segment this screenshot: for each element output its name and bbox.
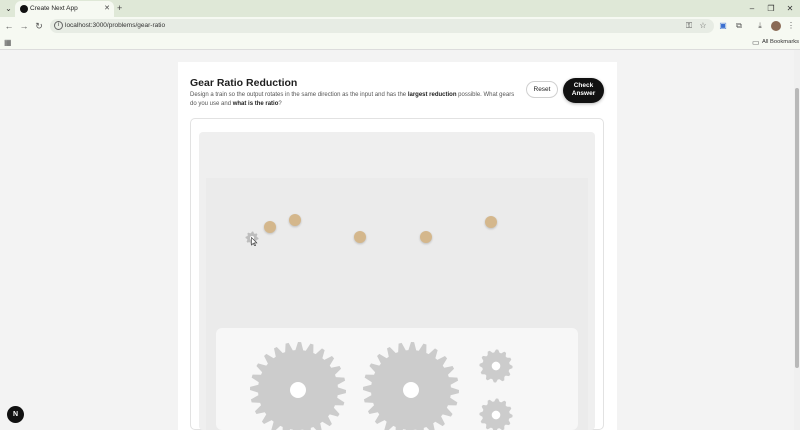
extension-icon[interactable]: ▣ [717,20,729,32]
problem-title: Gear Ratio Reduction [190,77,298,89]
apps-grid-icon[interactable]: ▦ [4,38,13,47]
large-gear-icon[interactable] [248,340,348,430]
gear-peg[interactable] [289,214,301,226]
problem-description: Design a train so the output rotates in … [190,92,515,107]
nextjs-dev-badge[interactable]: N [7,406,24,423]
new-tab-icon[interactable]: + [117,3,122,14]
tab-title: Create Next App [30,5,78,12]
url-text[interactable]: localhost:3000/problems/gear-ratio [65,21,165,31]
bookmark-star-icon[interactable]: ☆ [698,21,708,31]
browser-tab[interactable]: Create Next App ✕ [15,1,114,17]
scrollbar-thumb[interactable] [795,88,799,368]
back-icon[interactable]: ← [3,20,15,32]
gear-peg[interactable] [485,216,497,228]
restore-icon[interactable]: ❐ [765,3,777,14]
all-bookmarks-link[interactable]: All Bookmarks [762,38,799,47]
tab-search-icon[interactable]: ⌄ [3,3,14,14]
nextjs-favicon-icon [20,5,28,13]
browser-toolbar: ← → ↻ i localhost:3000/problems/gear-rat… [0,17,800,35]
reset-button[interactable]: Reset [526,81,558,98]
folder-icon[interactable]: ▭ [752,38,760,47]
tab-strip: ⌄ Create Next App ✕ + – ❐ ✕ [0,0,800,17]
extensions-puzzle-icon[interactable]: ⧉ [733,20,745,32]
gear-peg[interactable] [264,221,276,233]
check-answer-label-line2: Answer [571,90,596,97]
profile-avatar[interactable] [771,21,781,31]
large-gear-icon[interactable] [361,340,461,430]
kebab-menu-icon[interactable]: ⋮ [785,20,797,32]
address-bar[interactable]: i localhost:3000/problems/gear-ratio ⚿ ☆ [50,19,714,33]
minimize-icon[interactable]: – [746,3,758,14]
check-answer-button[interactable]: Check Answer [563,78,604,103]
bookmarks-bar: ▦ ▭ All Bookmarks [0,35,800,50]
dragging-gear-icon[interactable] [244,230,260,246]
gear-peg[interactable] [420,231,432,243]
reload-icon[interactable]: ↻ [33,20,45,32]
download-icon[interactable]: ⤓ [754,20,766,32]
small-gear-icon[interactable] [478,397,514,430]
small-gear-icon[interactable] [478,348,514,384]
close-window-icon[interactable]: ✕ [784,3,796,14]
forward-icon[interactable]: → [18,20,30,32]
check-answer-label-line1: Check [573,82,594,89]
site-info-icon[interactable]: i [54,21,63,30]
password-key-icon[interactable]: ⚿ [684,21,694,31]
tab-close-icon[interactable]: ✕ [104,4,110,14]
gear-peg[interactable] [354,231,366,243]
